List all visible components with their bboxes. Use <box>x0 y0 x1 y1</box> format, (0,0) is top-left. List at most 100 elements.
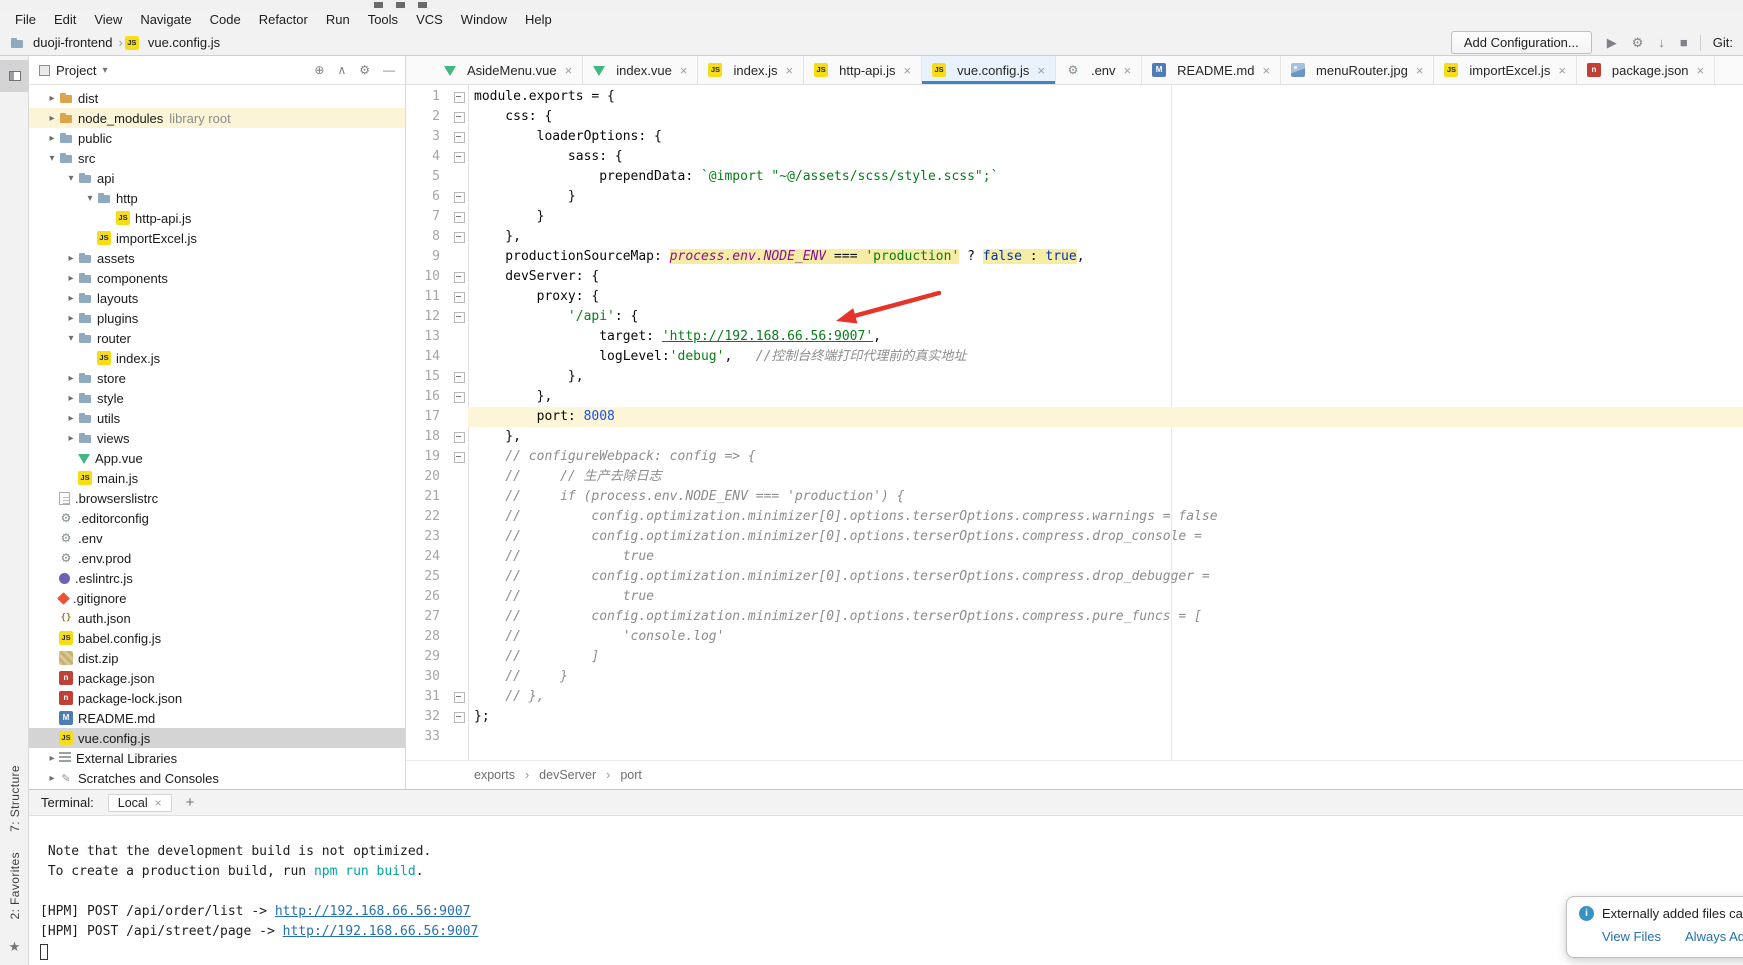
tree-item-public[interactable]: ▸public <box>29 128 405 148</box>
tree-item-Scratches and Consoles[interactable]: ▸✎Scratches and Consoles <box>29 768 405 788</box>
close-icon[interactable]: × <box>1262 63 1270 78</box>
code-line[interactable]: 4 sass: { <box>406 147 1743 167</box>
code-line[interactable]: 5 prependData: `@import "~@/assets/scss/… <box>406 167 1743 187</box>
editor-tab-importExcel.js[interactable]: JSimportExcel.js× <box>1434 56 1577 84</box>
chevron-down-icon[interactable]: ▾ <box>83 193 97 204</box>
editor-tab-package.json[interactable]: npackage.json× <box>1577 56 1715 84</box>
breadcrumb-file[interactable]: vue.config.js <box>148 35 220 50</box>
chevron-down-icon[interactable]: ▾ <box>64 333 78 344</box>
tree-item-api[interactable]: ▾api <box>29 168 405 188</box>
code-line[interactable]: 13 target: 'http://192.168.66.56:9007', <box>406 327 1743 347</box>
fold-marker-icon[interactable] <box>450 227 468 247</box>
editor-tab-vue.config.js[interactable]: JSvue.config.js× <box>922 56 1056 84</box>
chevron-right-icon[interactable]: ▸ <box>45 93 59 104</box>
code-line[interactable]: 25 // config.optimization.minimizer[0].o… <box>406 567 1743 587</box>
breadcrumb-devServer[interactable]: devServer <box>539 768 596 782</box>
code-line[interactable]: 32}; <box>406 707 1743 727</box>
chevron-right-icon[interactable]: ▸ <box>64 313 78 324</box>
code-line[interactable]: 14 logLevel:'debug', //控制台终端打印代理前的真实地址 <box>406 347 1743 367</box>
project-panel-title[interactable]: Project <box>56 63 96 78</box>
view-files-link[interactable]: View Files <box>1602 929 1661 944</box>
close-icon[interactable]: × <box>1697 63 1705 78</box>
code-line[interactable]: 3 loaderOptions: { <box>406 127 1743 147</box>
code-line[interactable]: 33 <box>406 727 1743 747</box>
tree-item-.gitignore[interactable]: .gitignore <box>29 588 405 608</box>
tree-item-layouts[interactable]: ▸layouts <box>29 288 405 308</box>
fold-marker-icon[interactable] <box>450 367 468 387</box>
menu-item-help[interactable]: Help <box>516 10 561 29</box>
add-configuration-button[interactable]: Add Configuration... <box>1451 31 1592 54</box>
code-line[interactable]: 15 }, <box>406 367 1743 387</box>
arrow-down-icon[interactable]: ↓ <box>1658 35 1665 50</box>
tree-item-importExcel.js[interactable]: JSimportExcel.js <box>29 228 405 248</box>
fold-marker-icon[interactable] <box>450 267 468 287</box>
collapse-all-icon[interactable]: ∧ <box>337 63 346 77</box>
caret-down-icon[interactable]: ▾ <box>102 65 107 76</box>
editor-tab-.env[interactable]: ⚙.env× <box>1056 56 1142 84</box>
tree-item-dist[interactable]: ▸dist <box>29 88 405 108</box>
fold-marker-icon[interactable] <box>450 87 468 107</box>
close-icon[interactable]: × <box>904 63 912 78</box>
tree-item-http-api.js[interactable]: JShttp-api.js <box>29 208 405 228</box>
editor-tab-AsideMenu.vue[interactable]: AsideMenu.vue× <box>434 56 583 84</box>
code-line[interactable]: 9 productionSourceMap: process.env.NODE_… <box>406 247 1743 267</box>
close-icon[interactable]: × <box>1416 63 1424 78</box>
tree-item-assets[interactable]: ▸assets <box>29 248 405 268</box>
tree-item-store[interactable]: ▸store <box>29 368 405 388</box>
tree-item-package.json[interactable]: npackage.json <box>29 668 405 688</box>
gear-icon[interactable]: ⚙ <box>1632 35 1644 51</box>
code-line[interactable]: 12 '/api': { <box>406 307 1743 327</box>
gear-icon[interactable]: ⚙ <box>359 63 370 77</box>
code-line[interactable]: 30 // } <box>406 667 1743 687</box>
fold-marker-icon[interactable] <box>450 707 468 727</box>
menu-item-run[interactable]: Run <box>317 10 359 29</box>
close-icon[interactable]: × <box>786 63 794 78</box>
chevron-down-icon[interactable]: ▾ <box>45 153 59 164</box>
chevron-right-icon[interactable]: ▸ <box>45 773 59 784</box>
menu-item-vcs[interactable]: VCS <box>407 10 452 29</box>
chevron-right-icon[interactable]: ▸ <box>45 113 59 124</box>
chevron-right-icon[interactable]: ▸ <box>45 753 59 764</box>
code-line[interactable]: 11 proxy: { <box>406 287 1743 307</box>
chevron-right-icon[interactable]: ▸ <box>64 413 78 424</box>
chevron-right-icon[interactable]: ▸ <box>64 253 78 264</box>
terminal-tab-local[interactable]: Local × <box>108 794 172 812</box>
fold-marker-icon[interactable] <box>450 387 468 407</box>
fold-marker-icon[interactable] <box>450 687 468 707</box>
code-line[interactable]: 17 port: 8008 <box>406 407 1743 427</box>
menu-item-tools[interactable]: Tools <box>359 10 407 29</box>
code-line[interactable]: 27 // config.optimization.minimizer[0].o… <box>406 607 1743 627</box>
tree-item-vue.config.js[interactable]: JSvue.config.js <box>29 728 405 748</box>
run-icon[interactable]: ▶ <box>1607 35 1617 51</box>
tree-item-main.js[interactable]: JSmain.js <box>29 468 405 488</box>
breadcrumb-exports[interactable]: exports <box>474 768 515 782</box>
tree-item-auth.json[interactable]: {}auth.json <box>29 608 405 628</box>
editor-tab-README.md[interactable]: MREADME.md× <box>1142 56 1281 84</box>
code-line[interactable]: 29 // ] <box>406 647 1743 667</box>
chevron-right-icon[interactable]: ▸ <box>64 433 78 444</box>
fold-marker-icon[interactable] <box>450 447 468 467</box>
menu-item-file[interactable]: File <box>6 10 45 29</box>
stripe-button-7-structure[interactable]: 7: Structure <box>8 765 22 832</box>
editor-body[interactable]: 1module.exports = {2 css: {3 loaderOptio… <box>406 85 1743 760</box>
chevron-down-icon[interactable]: ▾ <box>64 173 78 184</box>
breadcrumb-project[interactable]: duoji-frontend <box>33 35 113 50</box>
tree-item-.editorconfig[interactable]: ⚙.editorconfig <box>29 508 405 528</box>
fold-marker-icon[interactable] <box>450 187 468 207</box>
stripe-button-2-favorites[interactable]: 2: Favorites <box>8 852 22 920</box>
code-line[interactable]: 20 // // 生产去除日志 <box>406 467 1743 487</box>
editor-tab-menuRouter.jpg[interactable]: menuRouter.jpg× <box>1281 56 1434 84</box>
close-icon[interactable]: × <box>1124 63 1132 78</box>
fold-marker-icon[interactable] <box>450 427 468 447</box>
editor-tab-http-api.js[interactable]: JShttp-api.js× <box>804 56 922 84</box>
tree-item-dist.zip[interactable]: dist.zip <box>29 648 405 668</box>
tree-item-.env.prod[interactable]: ⚙.env.prod <box>29 548 405 568</box>
chevron-right-icon[interactable]: ▸ <box>64 373 78 384</box>
code-line[interactable]: 18 }, <box>406 427 1743 447</box>
tree-item-utils[interactable]: ▸utils <box>29 408 405 428</box>
code-line[interactable]: 22 // config.optimization.minimizer[0].o… <box>406 507 1743 527</box>
code-line[interactable]: 8 }, <box>406 227 1743 247</box>
tree-item-App.vue[interactable]: App.vue <box>29 448 405 468</box>
chevron-right-icon[interactable]: ▸ <box>64 393 78 404</box>
git-widget[interactable]: Git: <box>1713 35 1733 50</box>
